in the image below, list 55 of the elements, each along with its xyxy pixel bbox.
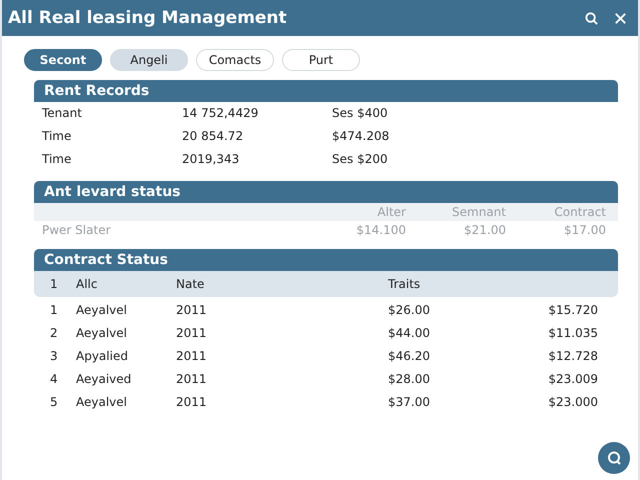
table-cell-text: $44.00 — [388, 326, 431, 340]
table-cell-text: $17.00 — [563, 223, 606, 237]
column-header: Contract — [553, 205, 606, 219]
table-cell-text: 2011 — [176, 326, 208, 340]
table-cell-text: 2011 — [176, 395, 208, 409]
table-cell-text: 2011 — [176, 349, 208, 363]
table-cell-text: 20 854.72 — [182, 129, 244, 144]
table-cell-text: $14.100 — [355, 223, 406, 237]
table-cell-text: Pwer Slater — [42, 223, 112, 237]
section-header: Ant levard status — [34, 181, 618, 203]
section-header: Contract Status — [34, 249, 618, 271]
column-header: Nate — [176, 277, 206, 291]
table-cell-text: Aeyalvel — [76, 303, 128, 317]
table-cell-text: 1 — [50, 303, 59, 317]
table-cell-text: $26.00 — [388, 303, 431, 317]
tab[interactable]: Comacts — [196, 49, 274, 71]
table-cell-text: 3 — [50, 349, 59, 363]
table-cell-text: $12.728 — [547, 349, 598, 363]
table-cell-text: Time — [42, 152, 72, 167]
tab[interactable]: Secont — [24, 49, 102, 71]
column-header: Semnant — [451, 205, 506, 219]
table-cell-text: $37.00 — [388, 395, 431, 409]
section-header: Rent Records — [34, 80, 618, 102]
table-cell-text: Ses $400 — [332, 106, 389, 121]
table-cell-text: 4 — [50, 372, 59, 386]
window-title: All Real leasing Management — [8, 8, 288, 28]
table-cell-text: Aeyalvel — [76, 326, 128, 340]
table-cell-text: $23.000 — [547, 395, 598, 409]
search-icon[interactable] — [584, 10, 599, 26]
table-cell-text: $11.035 — [547, 326, 598, 340]
table-cell-text: 2011 — [176, 303, 208, 317]
table-cell-text: 5 — [50, 395, 59, 409]
table-cell-text: Aeyalvel — [76, 395, 128, 409]
table-cell-text: 14 752,4429 — [182, 106, 260, 121]
table-cell-text: Aeyaived — [76, 372, 132, 386]
column-header: 1 — [50, 277, 59, 291]
table-cell-text: Tenant — [42, 106, 83, 121]
column-header: Alter — [376, 205, 406, 219]
tab[interactable]: Angeli — [110, 49, 188, 71]
table-cell-text: $46.20 — [388, 349, 431, 363]
table-cell-text: $15.720 — [547, 303, 598, 317]
table-cell-text: $21.00 — [463, 223, 506, 237]
table-cell-text: $23.009 — [547, 372, 598, 386]
column-header: Allc — [76, 277, 98, 291]
table-cell-text: 2011 — [176, 372, 208, 386]
table-cell-text: 2019,343 — [182, 152, 240, 167]
table-cell-text: 2 — [50, 326, 59, 340]
table-cell-text: $28.00 — [388, 372, 431, 386]
table-cell-text: Time — [42, 129, 72, 144]
table-cell-text: $474.208 — [332, 129, 390, 144]
table-cell-text: Ses $200 — [332, 152, 389, 167]
tab[interactable]: Purt — [282, 49, 360, 71]
close-icon[interactable] — [613, 10, 628, 26]
column-header: Traits — [388, 277, 422, 291]
table-cell-text: Apyalied — [76, 349, 129, 363]
